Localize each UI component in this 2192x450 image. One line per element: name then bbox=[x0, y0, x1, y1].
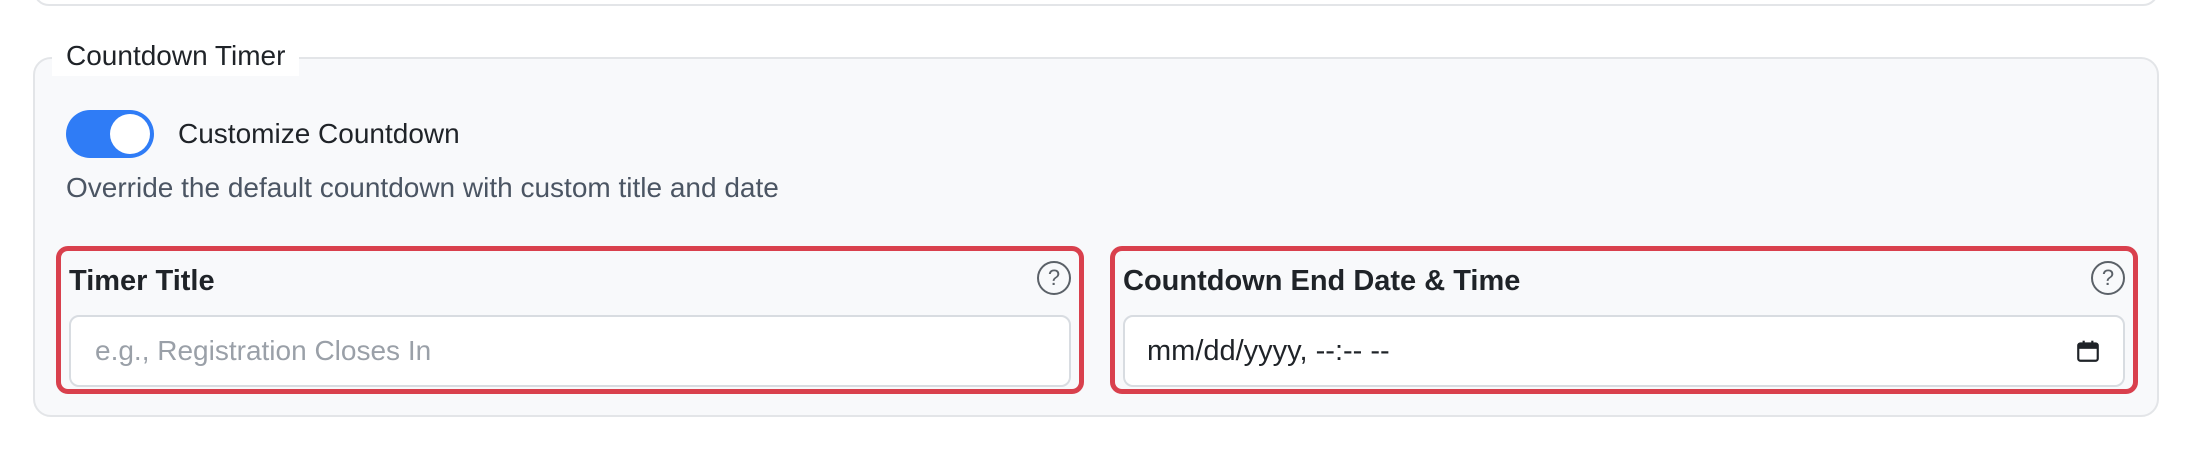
customize-countdown-label: Customize Countdown bbox=[178, 118, 460, 149]
previous-card-edge bbox=[33, 0, 2159, 6]
end-datetime-field: Countdown End Date & Time ? mm/dd/yyyy, … bbox=[1110, 246, 2138, 394]
customize-countdown-row: Customize Countdown bbox=[66, 110, 460, 158]
toggle-knob bbox=[110, 114, 150, 154]
timer-title-help-icon[interactable]: ? bbox=[1037, 261, 1071, 295]
timer-title-field: Timer Title ? bbox=[56, 246, 1084, 394]
timer-title-label: Timer Title bbox=[69, 265, 215, 297]
end-datetime-value: mm/dd/yyyy, --:-- -- bbox=[1147, 334, 1390, 367]
customize-countdown-toggle[interactable] bbox=[66, 110, 154, 158]
calendar-icon[interactable] bbox=[2075, 338, 2101, 364]
end-datetime-help-icon[interactable]: ? bbox=[2091, 261, 2125, 295]
helper-text: Override the default countdown with cust… bbox=[66, 172, 779, 203]
timer-title-input[interactable] bbox=[93, 334, 1047, 368]
section-legend: Countdown Timer bbox=[52, 36, 300, 76]
timer-title-input-box bbox=[69, 315, 1071, 387]
end-datetime-input[interactable]: mm/dd/yyyy, --:-- -- bbox=[1123, 315, 2125, 387]
end-datetime-label: Countdown End Date & Time bbox=[1123, 265, 1521, 297]
